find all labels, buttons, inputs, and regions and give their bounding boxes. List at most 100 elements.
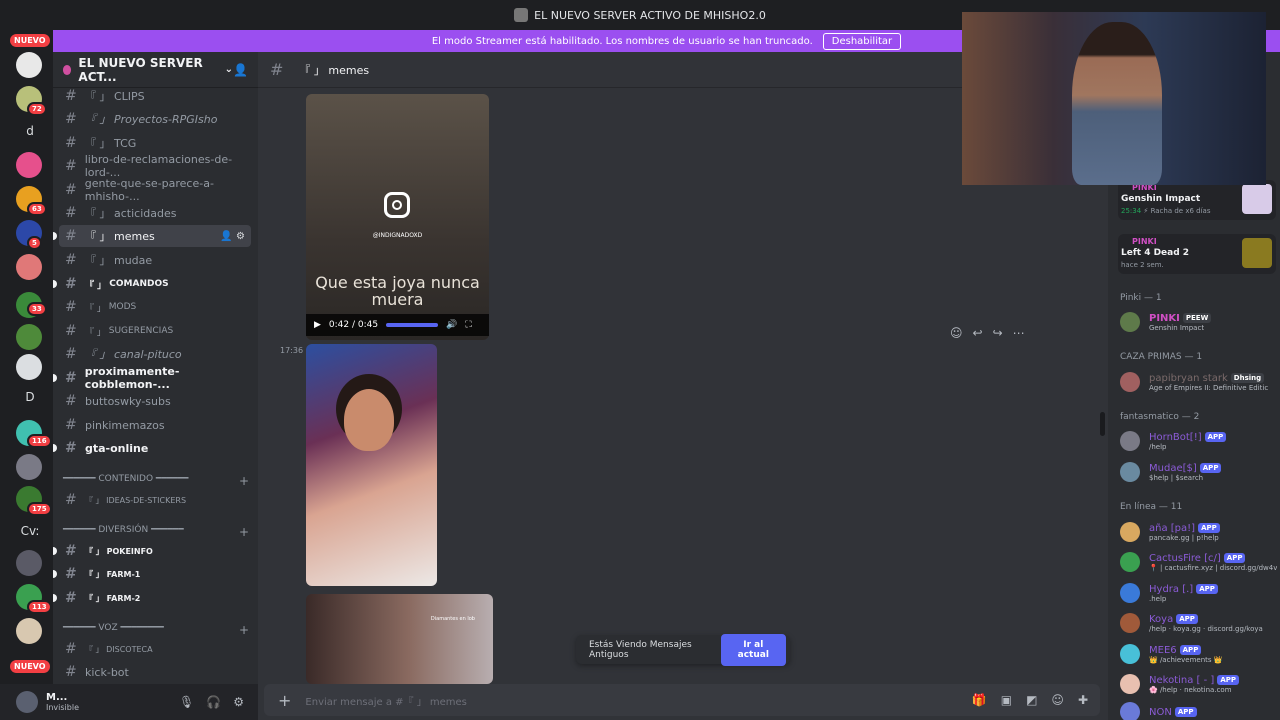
channel-buttoswky[interactable]: # buttoswky-subs	[59, 390, 251, 412]
server-header[interactable]: EL NUEVO SERVER ACT... ⌄ 👤	[53, 52, 258, 88]
channel-settings-icon[interactable]: 👤 ⚙	[220, 231, 245, 242]
channel-mudae[interactable]: # 『 」 mudae	[59, 249, 251, 271]
avatar[interactable]	[16, 691, 38, 713]
channel-farm-1[interactable]: # 『 」 FARM-1	[53, 563, 251, 585]
member-item[interactable]: aña [pa!] APP pancake.gg | p!help	[1120, 518, 1280, 546]
channel-pokeinfo[interactable]: # 『 」 POKEINFO	[53, 540, 251, 562]
member-item[interactable]: HornBot[!] APP/help	[1120, 427, 1280, 455]
activity-card[interactable]: PINKI Genshin Impact 25:34 ⚡ Racha de x6…	[1118, 180, 1276, 220]
server-icon[interactable]	[16, 52, 42, 78]
channel-ideas-de-stickers[interactable]: # 『 」 IDEAS-DE-STICKERS	[59, 489, 251, 511]
member-item[interactable]: PINKI PEEW Genshin Impact	[1120, 308, 1280, 336]
gif-icon[interactable]: ▣	[1001, 693, 1012, 707]
avatar	[1120, 583, 1140, 603]
server-icon[interactable]	[16, 354, 42, 380]
server-text-icon[interactable]: D	[18, 390, 42, 404]
sticker-icon[interactable]: ◩	[1026, 693, 1037, 707]
member-item[interactable]: Koya APP/help · koya.gg · discord.gg/koya	[1120, 609, 1280, 637]
channel-comandos[interactable]: # 『 」 COMANDOS	[53, 273, 251, 295]
video-attachment[interactable]: Diamantes en lob	[306, 594, 493, 684]
channel-name: gente-que-se-parece-a-mhisho-...	[84, 177, 214, 203]
disable-streamer-button[interactable]: Deshabilitar	[822, 32, 902, 50]
emoji-icon[interactable]: ☺	[1051, 693, 1064, 707]
channel-name: MODS	[108, 302, 137, 312]
reply-icon[interactable]: ↩	[973, 326, 983, 340]
forward-icon[interactable]: ↪	[993, 326, 1003, 340]
volume-icon[interactable]: 🔊	[446, 320, 457, 330]
channel-name: SUGERENCIAS	[108, 326, 174, 336]
server-icon[interactable]	[16, 454, 42, 480]
add-channel-icon[interactable]: +	[239, 525, 249, 539]
add-channel-icon[interactable]: +	[239, 623, 249, 637]
member-item[interactable]: papibryan stark Dhsing Age of Empires II: …	[1120, 368, 1280, 396]
server-list: NUEVO 72 d 63 5 33 D 116 175 Cv: 113 NUE…	[0, 30, 53, 720]
attach-icon[interactable]: +	[278, 691, 291, 710]
fullscreen-icon[interactable]: ⛶	[465, 320, 471, 330]
channel-acticidades[interactable]: # 『 」 acticidades	[59, 202, 251, 224]
more-icon[interactable]: ⋯	[1013, 326, 1025, 340]
jump-to-present-button[interactable]: Ir al actual	[720, 633, 786, 666]
channel-libro[interactable]: # libro-de-reclamaciones-de-lord-...	[59, 153, 251, 179]
game-thumbnail	[1242, 238, 1272, 268]
add-user-icon[interactable]: 👤	[233, 63, 248, 77]
channel-farm-2[interactable]: # 『 」 FARM-2	[53, 587, 251, 609]
activity-card[interactable]: PINKI Left 4 Dead 2 hace 2 sem.	[1118, 234, 1276, 274]
gear-icon[interactable]: ⚙	[233, 695, 244, 709]
channel-canal-pituco[interactable]: # 『 」 canal-pituco	[59, 343, 251, 365]
video-attachment[interactable]	[306, 344, 437, 586]
server-icon[interactable]	[16, 618, 42, 644]
member-item[interactable]: CactusFire [c/] APP 📍 | cactusfire.xyz | d…	[1120, 548, 1280, 576]
channel-name: CLIPS	[114, 89, 145, 103]
member-item[interactable]: Hydra [.] APP .help	[1120, 579, 1280, 607]
hash-icon: #	[65, 228, 77, 244]
section-header: fantasmatico — 2	[1120, 412, 1200, 422]
headphones-icon[interactable]: 🎧	[206, 695, 221, 709]
server-text-icon[interactable]: Cv:	[18, 524, 42, 538]
progress-bar[interactable]	[386, 323, 439, 327]
channel-sugerencias[interactable]: # 『 」 SUGERENCIAS	[59, 320, 251, 342]
category-diversion[interactable]: ━━━━━━ DIVERSIÓN ━━━━━━ +	[63, 525, 249, 539]
member-item[interactable]: Mudae[$] APP $help | $search	[1120, 458, 1280, 486]
category-voz[interactable]: ━━━━━━ VOZ ━━━━━━━━ +	[63, 623, 249, 637]
channel-mods[interactable]: # 『 」 MODS	[59, 296, 251, 318]
webcam-overlay	[962, 12, 1266, 185]
video-handle: @INDIGNADOXD	[372, 232, 423, 239]
old-messages-bar: Estás Viendo Mensajes Antiguos Ir al act…	[576, 633, 790, 666]
member-item[interactable]: NON APP	[1120, 698, 1280, 720]
hash-icon: #	[65, 88, 77, 104]
category-contenido[interactable]: ━━━━━━ CONTENIDO ━━━━━━ +	[63, 474, 249, 488]
avatar	[1120, 644, 1140, 664]
channel-gta-online[interactable]: # gta-online	[53, 437, 251, 459]
channel-clips[interactable]: # 『 」 CLIPS	[59, 85, 251, 107]
reaction-icon[interactable]: ☺	[950, 326, 963, 340]
server-icon[interactable]	[16, 324, 42, 350]
server-icon[interactable]	[16, 152, 42, 178]
game-thumbnail	[1242, 184, 1272, 214]
channel-pinkimemazos[interactable]: # pinkimemazos	[59, 414, 251, 436]
play-icon[interactable]: ▶	[314, 320, 321, 330]
channel-proximamente[interactable]: # proximamente-cobblemon-...	[53, 365, 251, 391]
channel-tcg[interactable]: # 『 」 TCG	[59, 132, 251, 154]
channel-kick-bot[interactable]: # kick-bot	[59, 661, 251, 683]
apps-icon[interactable]: ✚	[1078, 693, 1088, 707]
server-icon[interactable]	[16, 254, 42, 280]
channel-name: pinkimemazos	[85, 418, 165, 432]
member-item[interactable]: MEE6 APP 👑 /achievements 👑	[1120, 640, 1280, 668]
message-input-placeholder[interactable]: Enviar mensaje a #『 」 memes	[305, 693, 467, 708]
server-icon[interactable]	[16, 550, 42, 576]
channel-gente[interactable]: # gente-que-se-parece-a-mhisho-...	[59, 177, 251, 203]
scrollbar[interactable]	[1100, 412, 1105, 436]
channel-name: IDEAS-DE-STICKERS	[106, 495, 187, 505]
channel-discoteca[interactable]: # 『 」 DISCOTECA	[59, 638, 251, 660]
window-title: EL NUEVO SERVER ACTIVO DE MHISHO2.0	[534, 8, 766, 22]
server-text-icon[interactable]: d	[18, 124, 42, 138]
channel-memes[interactable]: # 『 」 memes 👤 ⚙	[53, 225, 251, 247]
video-attachment[interactable]: @INDIGNADOXD Que esta joya nunca muera	[306, 94, 489, 340]
channel-proyectos[interactable]: # 『 」 Proyectos-RPGIsho	[59, 108, 251, 130]
gift-icon[interactable]: 🎁	[972, 693, 987, 707]
member-item[interactable]: Nekotina [ - ] APP 🌸 /help · nekotina.com	[1120, 670, 1280, 698]
unread-indicator	[53, 280, 57, 288]
message-input[interactable]: + Enviar mensaje a #『 」 memes 🎁 ▣ ◩ ☺ ✚	[264, 684, 1100, 716]
microphone-icon[interactable]: 🎙	[179, 695, 194, 709]
add-channel-icon[interactable]: +	[239, 474, 249, 488]
